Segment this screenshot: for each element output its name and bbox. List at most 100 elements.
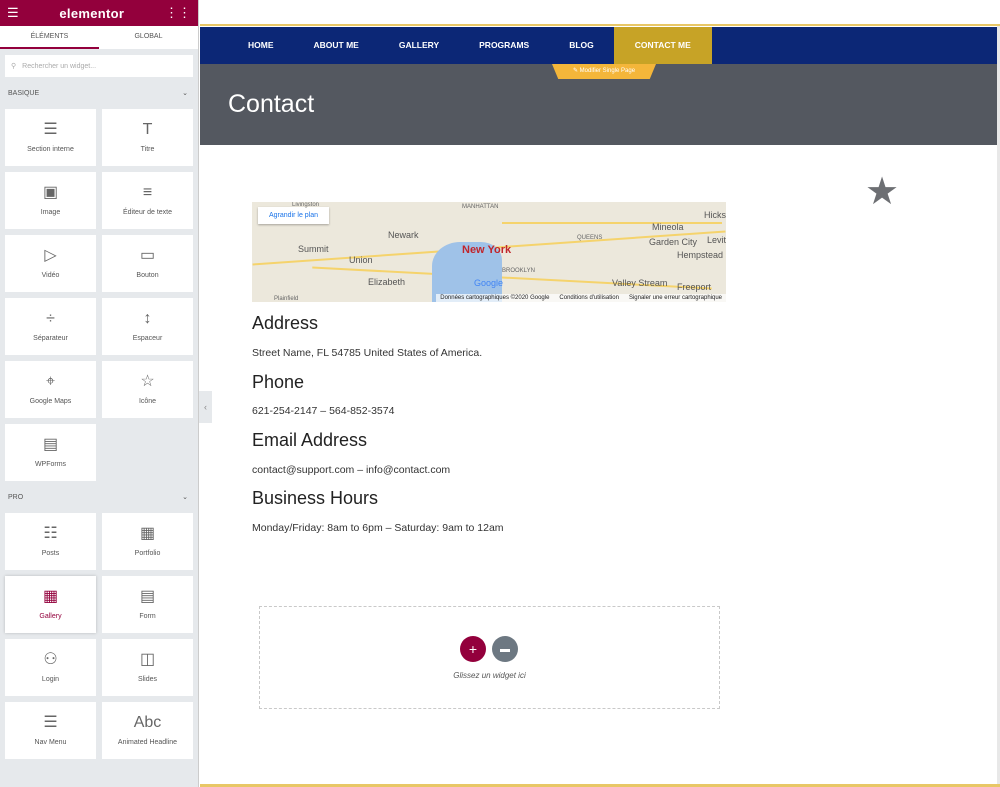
widget-posts[interactable]: ☷ Posts xyxy=(5,513,96,570)
widget-login[interactable]: ⚇ Login xyxy=(5,639,96,696)
widget-section-interne[interactable]: ☰ Section interne xyxy=(5,109,96,166)
widget-animated-headline[interactable]: Abc Animated Headline xyxy=(102,702,193,759)
address-heading: Address xyxy=(252,313,319,333)
map-label: Freeport xyxy=(677,282,712,292)
chevron-down-icon: ⌄ xyxy=(182,494,188,501)
nav-item-gallery[interactable]: GALLERY xyxy=(379,27,459,64)
widget-wpforms[interactable]: ▤ WPForms xyxy=(5,424,96,481)
widget-label: Gallery xyxy=(39,613,62,620)
widget-s-parateur[interactable]: ÷ Séparateur xyxy=(5,298,96,355)
divider-icon: ÷ xyxy=(46,310,55,327)
map-label: Newark xyxy=(388,230,419,240)
widget-label: Icône xyxy=(138,398,157,405)
widget--diteur-de-texte[interactable]: ≡ Éditeur de texte xyxy=(102,172,193,229)
report-error-link[interactable]: Signaler une erreur cartographique xyxy=(629,295,722,301)
map-label: Hicksville xyxy=(704,210,726,220)
widget-label: Titre xyxy=(140,146,155,153)
widget-label: Animated Headline xyxy=(117,739,178,746)
email-text: contact@support.com – info@contact.com xyxy=(252,464,451,476)
widget-gallery[interactable]: ▦ Gallery xyxy=(5,576,96,633)
nav-item-blog[interactable]: BLOG xyxy=(549,27,614,64)
google-map[interactable]: Agrandir le plan Livingston MANHATTAN Newa… xyxy=(252,202,726,302)
map-label: Elizabeth xyxy=(368,277,406,287)
form-icon: ▤ xyxy=(139,588,156,605)
nav-item-contact-me[interactable]: CONTACT ME xyxy=(613,27,712,64)
widget-label: Slides xyxy=(137,676,158,683)
nav-menu-icon: ☰ xyxy=(43,714,58,731)
star-icon: ☆ xyxy=(140,373,155,390)
apps-grid-icon[interactable]: ⋮⋮ xyxy=(165,5,191,21)
widget-nav-menu[interactable]: ☰ Nav Menu xyxy=(5,702,96,759)
widget-google-maps[interactable]: ⌖ Google Maps xyxy=(5,361,96,418)
widget-label: Séparateur xyxy=(33,335,68,342)
posts-icon: ☷ xyxy=(43,525,58,542)
widget-label: Éditeur de texte xyxy=(122,209,173,216)
map-label: Union xyxy=(349,255,373,265)
heading-icon: T xyxy=(142,121,153,138)
terms-link[interactable]: Conditions d'utilisation xyxy=(559,295,619,301)
map-data-credit: Données cartographiques ©2020 Google xyxy=(440,295,550,301)
widget-search-input[interactable]: ⚲ Rechercher un widget... xyxy=(5,55,193,77)
gallery-icon: ▦ xyxy=(42,588,59,605)
portfolio-icon: ▦ xyxy=(139,525,156,542)
widget-slides[interactable]: ◫ Slides xyxy=(102,639,193,696)
widget-label: Vidéo xyxy=(41,272,60,279)
map-label: BROOKLYN xyxy=(502,268,535,274)
map-label: Garden City xyxy=(649,237,698,247)
category-label: BASIQUE xyxy=(8,89,40,97)
hours-text: Monday/Friday: 8am to 6pm – Saturday: 9a… xyxy=(252,522,504,534)
widget-grid: ☰ Section interne T Titre ▣ Image ≡ Éditeur de … xyxy=(0,103,198,487)
chevron-down-icon: ⌄ xyxy=(182,90,188,97)
widget-image[interactable]: ▣ Image xyxy=(5,172,96,229)
widget-label: Google Maps xyxy=(29,398,72,405)
slides-icon: ◫ xyxy=(139,651,156,668)
map-icon: ⌖ xyxy=(45,373,55,390)
text-editor-icon: ≡ xyxy=(142,184,153,201)
top-bar xyxy=(200,0,1000,26)
animated-headline-icon: Abc xyxy=(133,714,162,731)
add-section-button[interactable]: + xyxy=(460,636,486,662)
widget-vid-o[interactable]: ▷ Vidéo xyxy=(5,235,96,292)
widget-titre[interactable]: T Titre xyxy=(102,109,193,166)
category-basique[interactable]: BASIQUE ⌄ xyxy=(0,83,198,103)
form-icon: ▤ xyxy=(42,436,59,453)
nav-item-programs[interactable]: PROGRAMS xyxy=(459,27,549,64)
map-attribution: Données cartographiques ©2020 Google Con… xyxy=(436,294,726,302)
widget-espaceur[interactable]: ↕ Espaceur xyxy=(102,298,193,355)
search-icon: ⚲ xyxy=(11,63,17,70)
hamburger-menu-icon[interactable]: ☰ xyxy=(7,5,19,21)
widget-label: WPForms xyxy=(34,461,67,468)
category-pro[interactable]: PRO ⌄ xyxy=(0,487,198,507)
widget-drop-zone[interactable]: + ▬ Glissez un widget ici xyxy=(259,606,720,709)
phone-heading: Phone xyxy=(252,372,305,392)
panel-header: ☰ elementor ⋮⋮ xyxy=(0,0,198,26)
tab-elements[interactable]: ÉLÉMENTS xyxy=(0,26,99,49)
elementor-panel: ☰ elementor ⋮⋮ ÉLÉMENTS GLOBAL ⚲ Recherc… xyxy=(0,0,199,787)
page-title: Contact xyxy=(228,90,315,118)
edit-page-badge[interactable]: ✎ Modifier Single Page xyxy=(552,64,656,79)
widget-label: Espaceur xyxy=(132,335,163,342)
enlarge-map-link[interactable]: Agrandir le plan xyxy=(258,207,330,224)
columns-icon: ☰ xyxy=(43,121,58,138)
hours-heading: Business Hours xyxy=(252,488,379,508)
address-text: Street Name, FL 54785 United States of A… xyxy=(252,347,483,359)
map-label: Summit xyxy=(298,244,329,254)
template-library-button[interactable]: ▬ xyxy=(492,636,518,662)
collapse-panel-button[interactable]: ‹ xyxy=(199,391,212,423)
widget-label: Section interne xyxy=(27,146,74,153)
widget-portfolio[interactable]: ▦ Portfolio xyxy=(102,513,193,570)
widget-form[interactable]: ▤ Form xyxy=(102,576,193,633)
star-icon[interactable]: ★ xyxy=(865,169,899,214)
tab-global[interactable]: GLOBAL xyxy=(99,26,198,49)
nav-item-about-me[interactable]: ABOUT ME xyxy=(294,27,379,64)
map-label: QUEENS xyxy=(577,235,603,241)
widget-bouton[interactable]: ▭ Bouton xyxy=(102,235,193,292)
search-placeholder: Rechercher un widget... xyxy=(22,62,97,70)
widget-ic-ne[interactable]: ☆ Icône xyxy=(102,361,193,418)
drop-zone-text: Glissez un widget ici xyxy=(453,671,526,680)
button-icon: ▭ xyxy=(139,247,156,264)
widget-label: Bouton xyxy=(136,272,159,279)
nav-item-home[interactable]: HOME xyxy=(228,27,294,64)
phone-text: 621-254-2147 – 564-852-3574 xyxy=(252,405,395,417)
widget-grid: ☷ Posts ▦ Portfolio ▦ Gallery ▤ Form ⚇ Login ◫ Slid… xyxy=(0,507,198,765)
